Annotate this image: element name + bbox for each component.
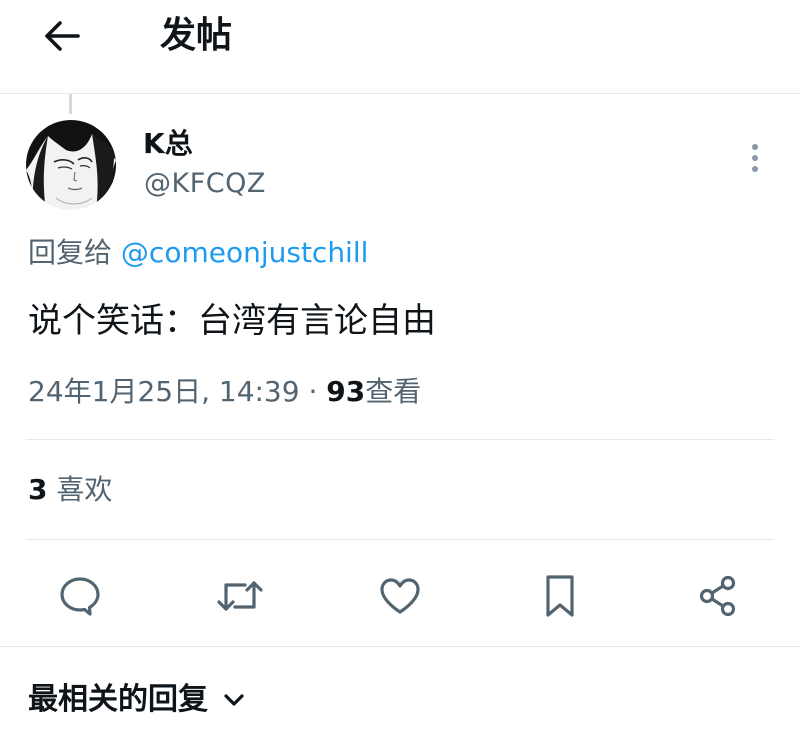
- reply-prefix: 回复给: [28, 236, 113, 269]
- reply-button[interactable]: [52, 568, 108, 624]
- avatar[interactable]: [26, 120, 116, 210]
- like-button[interactable]: [372, 568, 428, 624]
- bookmark-button[interactable]: [532, 568, 588, 624]
- share-icon: [699, 575, 736, 617]
- author-display-name[interactable]: K总: [143, 124, 193, 164]
- reply-context: 回复给 @comeonjustchill: [28, 234, 368, 272]
- reply-sort-label: 最相关的回复: [28, 682, 208, 717]
- heart-icon: [380, 578, 420, 614]
- tweet-text: 说个笑话：台湾有言论自由: [28, 301, 436, 341]
- more-options-button[interactable]: [740, 138, 770, 178]
- likes-label: 喜欢: [56, 473, 113, 506]
- back-button[interactable]: [36, 14, 88, 58]
- top-bar: 发帖: [0, 0, 800, 94]
- share-button[interactable]: [690, 568, 746, 624]
- retweet-icon: [217, 581, 263, 611]
- comment-icon: [60, 577, 100, 616]
- reply-sort-dropdown[interactable]: 最相关的回复: [28, 680, 246, 720]
- section-divider: [0, 646, 800, 647]
- avatar-image: [26, 120, 116, 210]
- meta-separator: ·: [308, 375, 318, 408]
- chevron-down-icon: [222, 692, 246, 708]
- likes-stat[interactable]: 3 喜欢: [28, 470, 112, 510]
- bookmark-icon: [546, 575, 574, 617]
- arrow-left-icon: [45, 21, 80, 51]
- likes-count: 3: [28, 473, 48, 506]
- divider: [26, 439, 774, 440]
- reply-mention-link[interactable]: @comeonjustchill: [121, 236, 368, 269]
- views-count: 93: [326, 375, 366, 408]
- thread-connector-line: [69, 94, 72, 114]
- views-label: 查看: [365, 375, 422, 408]
- tweet-timestamp[interactable]: 24年1月25日, 14:39: [28, 375, 300, 408]
- divider: [26, 539, 774, 540]
- page-title: 发帖: [160, 15, 233, 56]
- author-handle[interactable]: @KFCQZ: [144, 166, 266, 202]
- tweet-meta: 24年1月25日, 14:39 · 93查看: [28, 372, 421, 412]
- more-vertical-icon: [752, 144, 758, 172]
- retweet-button[interactable]: [212, 568, 268, 624]
